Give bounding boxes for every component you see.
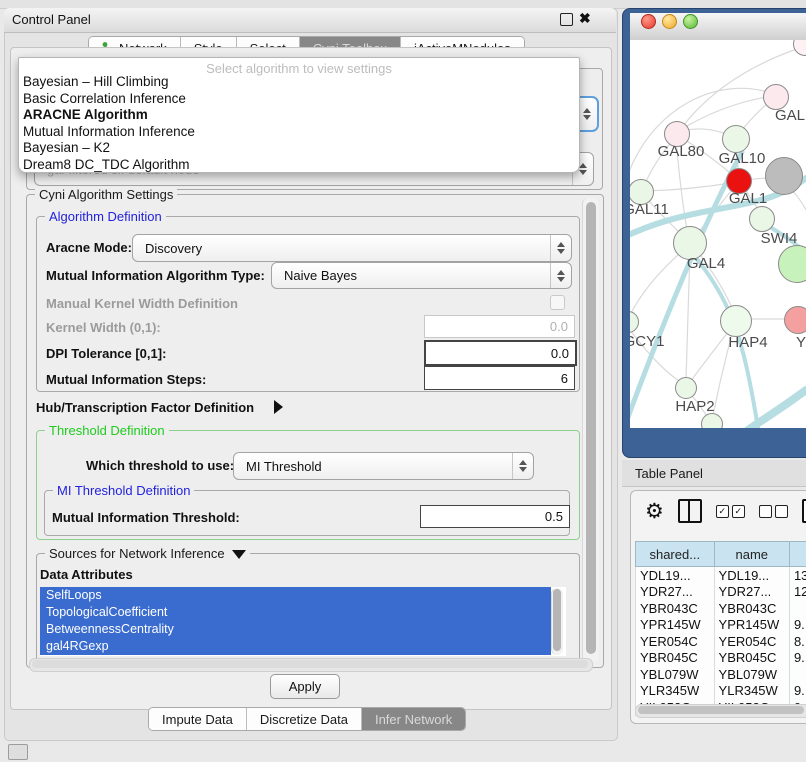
node-hap4[interactable] bbox=[720, 305, 752, 337]
apply-button[interactable]: Apply bbox=[270, 674, 340, 699]
which-threshold-combobox[interactable]: MI Threshold bbox=[233, 452, 534, 480]
mi-steps-label: Mutual Information Steps: bbox=[46, 372, 206, 387]
manual-kernel-checkbox[interactable] bbox=[550, 295, 565, 310]
dropdown-item-bayesian-k2[interactable]: Bayesian – K2 bbox=[19, 140, 579, 157]
deselect-all-checks-icon[interactable] bbox=[759, 505, 788, 518]
settings-scrollbar[interactable] bbox=[582, 198, 599, 662]
mi-threshold-group-title: MI Threshold Definition bbox=[53, 483, 194, 498]
table-row[interactable]: YDR27...YDR27...12 bbox=[636, 584, 806, 601]
dropdown-item-bayesian-hill-climbing[interactable]: Bayesian – Hill Climbing bbox=[19, 74, 579, 91]
mi-type-label: Mutual Information Algorithm Type: bbox=[46, 268, 265, 283]
attribute-gal4rgexp[interactable]: gal4RGexp bbox=[40, 638, 551, 655]
node-label-gal: GAL bbox=[775, 107, 805, 124]
node-gal10[interactable] bbox=[722, 125, 750, 153]
node-label-gcy1: GCY1 bbox=[630, 333, 664, 350]
app-root: Control Panel ✖ NetworkStyleSelectCyni T… bbox=[0, 0, 806, 762]
network-window-titlebar[interactable] bbox=[630, 13, 806, 41]
dropdown-placeholder: Select algorithm to view settings bbox=[19, 58, 579, 74]
node-label-hap4: HAP4 bbox=[728, 334, 767, 351]
sources-group-title: Sources for Network Inference bbox=[45, 546, 250, 561]
new-table-icon[interactable] bbox=[802, 499, 806, 523]
node-swi4[interactable] bbox=[749, 206, 775, 232]
sources-hscrollbar[interactable] bbox=[29, 658, 593, 672]
dropdown-item-basic-correlation-inference[interactable]: Basic Correlation Inference bbox=[19, 91, 579, 108]
table-row[interactable]: YPR145WYPR145W9. bbox=[636, 617, 806, 634]
node-table: shared...nameYDL19...YDL19...13YDR27...Y… bbox=[635, 541, 806, 716]
mi-threshold-field[interactable]: 0.5 bbox=[420, 505, 570, 528]
combobox-stepper-icon[interactable] bbox=[550, 263, 571, 288]
float-window-icon[interactable] bbox=[560, 13, 573, 26]
control-panel-titlebar bbox=[4, 8, 616, 33]
attribute-selfloops[interactable]: SelfLoops bbox=[40, 587, 551, 604]
hub-section-label: Hub/Transcription Factor Definition bbox=[36, 400, 254, 415]
attribute-list: SelfLoopsTopologicalCoefficientBetweenne… bbox=[40, 587, 566, 656]
column-header-name[interactable]: name bbox=[714, 542, 789, 567]
mac-zoom-button[interactable] bbox=[683, 14, 698, 29]
column-header-shared[interactable]: shared... bbox=[636, 542, 715, 567]
mi-threshold-label: Mutual Information Threshold: bbox=[52, 510, 240, 525]
table-header-row: shared...name bbox=[636, 542, 806, 567]
node-label-gal10: GAL10 bbox=[719, 150, 766, 167]
aracne-mode-combobox[interactable]: Discovery bbox=[132, 234, 572, 262]
algorithm-dropdown: Select algorithm to view settings Bayesi… bbox=[18, 57, 580, 173]
node-label-y: Y bbox=[796, 334, 806, 351]
tab-impute-data[interactable]: Impute Data bbox=[149, 708, 247, 730]
node-unlabeled[interactable] bbox=[765, 157, 803, 195]
threshold-definition-title: Threshold Definition bbox=[45, 423, 169, 438]
node-label-gal11: GAL11 bbox=[630, 201, 669, 218]
which-threshold-label: Which threshold to use: bbox=[86, 458, 234, 473]
table-hscrollbar[interactable] bbox=[635, 704, 806, 718]
table-row[interactable]: YBR045CYBR045C9. bbox=[636, 650, 806, 667]
table-row[interactable]: YBR043CYBR043C bbox=[636, 600, 806, 617]
tab-infer-network[interactable]: Infer Network bbox=[362, 708, 465, 730]
table-row[interactable]: YBL079WYBL079W bbox=[636, 666, 806, 683]
select-all-checks-icon[interactable]: ✓✓ bbox=[716, 505, 745, 518]
node-y[interactable] bbox=[784, 306, 806, 334]
split-columns-icon[interactable] bbox=[678, 499, 702, 523]
node-hap2[interactable] bbox=[675, 377, 697, 399]
attribute-betweennesscentrality[interactable]: BetweennessCentrality bbox=[40, 621, 551, 638]
node-label-gal4: GAL4 bbox=[687, 255, 725, 272]
combobox-stepper-icon[interactable] bbox=[512, 453, 533, 479]
aracne-mode-label: Aracne Mode: bbox=[46, 240, 132, 255]
attribute-list-scrollbar[interactable] bbox=[551, 588, 563, 655]
bottom-tabs: Impute DataDiscretize DataInfer Network bbox=[148, 707, 466, 731]
dropdown-item-mutual-information-inference[interactable]: Mutual Information Inference bbox=[19, 124, 579, 141]
dpi-tolerance-field[interactable]: 0.0 bbox=[424, 340, 577, 366]
control-panel-title: Control Panel bbox=[12, 12, 91, 27]
mac-close-button[interactable] bbox=[641, 14, 656, 29]
node-unlabeled[interactable] bbox=[701, 413, 723, 428]
close-icon[interactable]: ✖ bbox=[579, 10, 591, 27]
tab-discretize-data[interactable]: Discretize Data bbox=[247, 708, 362, 730]
network-canvas[interactable]: GALGAL80GAL10GAL1GAL11SWI4GAL4GCY1HAP4YH… bbox=[630, 40, 806, 428]
mi-steps-field[interactable]: 6 bbox=[424, 366, 575, 390]
manual-kernel-label: Manual Kernel Width Definition bbox=[46, 296, 238, 311]
dropdown-item-aracne-algorithm[interactable]: ARACNE Algorithm bbox=[19, 107, 579, 124]
node-label-swi4: SWI4 bbox=[761, 230, 798, 247]
dropdown-item-dream8-dc-tdc-algorithm[interactable]: Dream8 DC_TDC Algorithm bbox=[19, 157, 579, 174]
node-label-gal80: GAL80 bbox=[658, 143, 705, 160]
dpi-tolerance-label: DPI Tolerance [0,1]: bbox=[46, 346, 166, 361]
mi-type-combobox[interactable]: Naive Bayes bbox=[271, 262, 572, 289]
collapse-down-icon[interactable] bbox=[232, 550, 246, 559]
node-label-gal1: GAL1 bbox=[729, 190, 767, 207]
column-header-partial[interactable] bbox=[789, 542, 806, 567]
algorithm-definition-title: Algorithm Definition bbox=[45, 209, 166, 224]
mac-minimize-button[interactable] bbox=[662, 14, 677, 29]
expand-right-icon[interactable] bbox=[274, 400, 283, 414]
minimized-panel-icon[interactable] bbox=[8, 744, 28, 760]
kernel-width-field[interactable]: 0.0 bbox=[424, 315, 575, 338]
table-panel-title: Table Panel bbox=[635, 466, 703, 481]
table-row[interactable]: YLR345WYLR345W9. bbox=[636, 683, 806, 700]
attribute-topologicalcoefficient[interactable]: TopologicalCoefficient bbox=[40, 604, 551, 621]
table-row[interactable]: YER054CYER054C8. bbox=[636, 633, 806, 650]
settings-group-title: Cyni Algorithm Settings bbox=[35, 187, 177, 202]
table-row[interactable]: YDL19...YDL19...13 bbox=[636, 567, 806, 584]
kernel-width-label: Kernel Width (0,1): bbox=[46, 320, 161, 335]
combobox-stepper-icon[interactable] bbox=[550, 235, 571, 261]
data-attributes-label: Data Attributes bbox=[40, 567, 133, 582]
table-panel: ⚙ ✓✓ shared...nameYDL19...YDL19...13YDR2… bbox=[630, 490, 806, 724]
gear-icon[interactable]: ⚙ bbox=[645, 501, 664, 522]
